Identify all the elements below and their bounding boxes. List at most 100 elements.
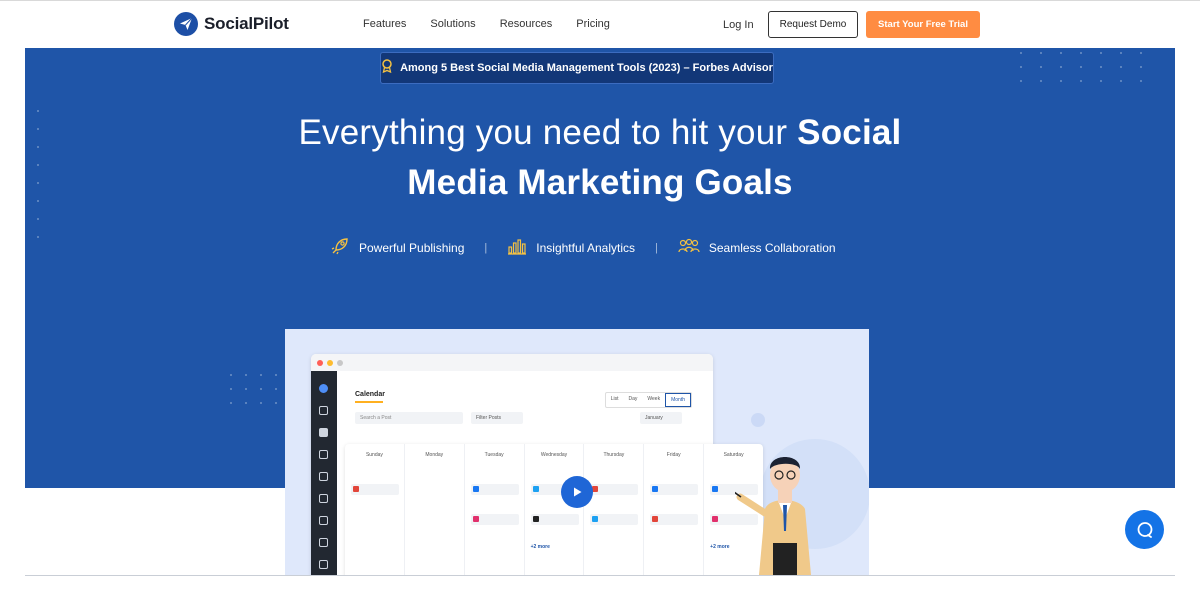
logo-icon [319,384,328,393]
feature-analytics-label: Insightful Analytics [536,240,635,255]
calendar-day-column: Friday [644,444,705,575]
feature-list: Powerful Publishing | Insightful Analyti… [330,236,836,259]
decorative-dot [260,374,262,376]
decorative-dot [1140,80,1142,82]
decorative-dot [260,388,262,390]
free-trial-button[interactable]: Start Your Free Trial [866,11,980,38]
decorative-dot [1060,80,1062,82]
team-icon [319,560,328,569]
scheduled-post-card [530,514,579,525]
play-button[interactable] [561,476,593,508]
menu-features[interactable]: Features [363,18,406,30]
search-post-field: Search a Post [355,412,463,424]
decorative-dot [275,374,277,376]
decorative-dot [1080,52,1082,54]
scheduled-post-card [590,514,639,525]
decorative-dot [1120,52,1122,54]
decorative-dots-right [1020,52,1170,82]
logo-text: SocialPilot [204,14,289,33]
more-posts-link: +2 more [710,544,730,550]
menu-pricing[interactable]: Pricing [576,18,610,30]
decorative-dot [1080,80,1082,82]
scheduled-post-card [590,484,639,495]
calendar-header: Calendar List Day Week Month Search a Po… [347,384,700,436]
headline-bold-1: Social [797,113,902,152]
request-demo-button[interactable]: Request Demo [768,11,858,38]
scheduled-post-card [650,514,699,525]
day-name: Thursday [603,452,625,458]
presenter-illustration [726,447,845,575]
separator: | [654,241,658,254]
decorative-dot [245,388,247,390]
dashboard-icon [319,406,328,415]
decorative-dot [1040,80,1042,82]
day-name: Wednesday [540,452,568,458]
decorative-dot [1020,66,1022,68]
minimize-dot-icon [327,359,333,366]
decorative-dot [1020,52,1022,54]
headline-light: Everything you need to hit your [298,113,798,152]
decorative-dots-middle [230,374,290,414]
award-badge-text: Among 5 Best Social Media Management Too… [400,62,773,74]
title-underline [355,401,383,403]
decorative-dot [1120,66,1122,68]
feature-collaboration: Seamless Collaboration [678,238,836,257]
decorative-dot [245,374,247,376]
decorative-dot [1020,80,1022,82]
award-medal-icon [381,58,393,78]
menu-resources[interactable]: Resources [500,18,553,30]
award-badge[interactable]: Among 5 Best Social Media Management Too… [380,52,774,84]
close-dot-icon [317,359,323,366]
paper-plane-logo-icon [174,12,198,36]
decorative-dot [245,402,247,404]
menu-solutions[interactable]: Solutions [430,18,475,30]
chat-bubble-icon [1137,521,1152,538]
scheduled-post-card [650,484,699,495]
day-name: Tuesday [484,452,504,458]
top-nav: SocialPilot Features Solutions Resources… [0,0,1200,48]
separator: | [484,241,488,254]
filter-posts: Filter Posts [471,412,523,424]
play-icon [574,487,582,497]
decorative-dot [275,402,277,404]
calendar-title: Calendar [355,391,385,398]
decorative-dot [230,388,232,390]
scheduled-post-card [470,484,519,495]
view-switcher: List Day Week Month [604,392,692,408]
logo[interactable]: SocialPilot [174,12,289,36]
product-video-preview[interactable]: Calendar List Day Week Month Search a Po… [285,329,869,575]
bar-chart-icon [507,237,527,258]
decorative-dot [1120,80,1122,82]
connect-icon [319,472,328,481]
decorative-dot [1100,80,1102,82]
decorative-dot [1060,66,1062,68]
decorative-dot [1060,52,1062,54]
day-name: Friday [666,452,681,458]
decorative-dot [230,374,232,376]
calendar-day-column: Monday [405,444,465,575]
rocket-icon [330,236,350,259]
decorative-dot [230,402,232,404]
login-link[interactable]: Log In [723,19,754,31]
feature-collaboration-label: Seamless Collaboration [708,240,836,255]
window-titlebar [311,354,713,371]
inbox-icon [319,538,328,547]
feature-publishing: Powerful Publishing [330,236,464,259]
decorative-dot [1080,66,1082,68]
view-week: Week [647,396,661,402]
month-selector: January [640,412,682,424]
day-name: Sunday [365,452,383,458]
section-divider [25,575,1175,576]
maximize-dot-icon [337,359,343,366]
tools-icon [319,450,328,459]
hero-headline: Everything you need to hit your Social M… [25,108,1175,208]
view-day: Day [628,396,638,402]
scheduled-post-card [470,514,519,525]
calendar-day-column: Sunday [345,444,405,575]
decorative-dot [275,388,277,390]
calendar-day-column: Thursday [584,444,645,575]
day-name: Monday [425,452,444,458]
analytics-icon [319,516,328,525]
chat-button[interactable] [1125,510,1164,549]
decorative-dot [260,402,262,404]
